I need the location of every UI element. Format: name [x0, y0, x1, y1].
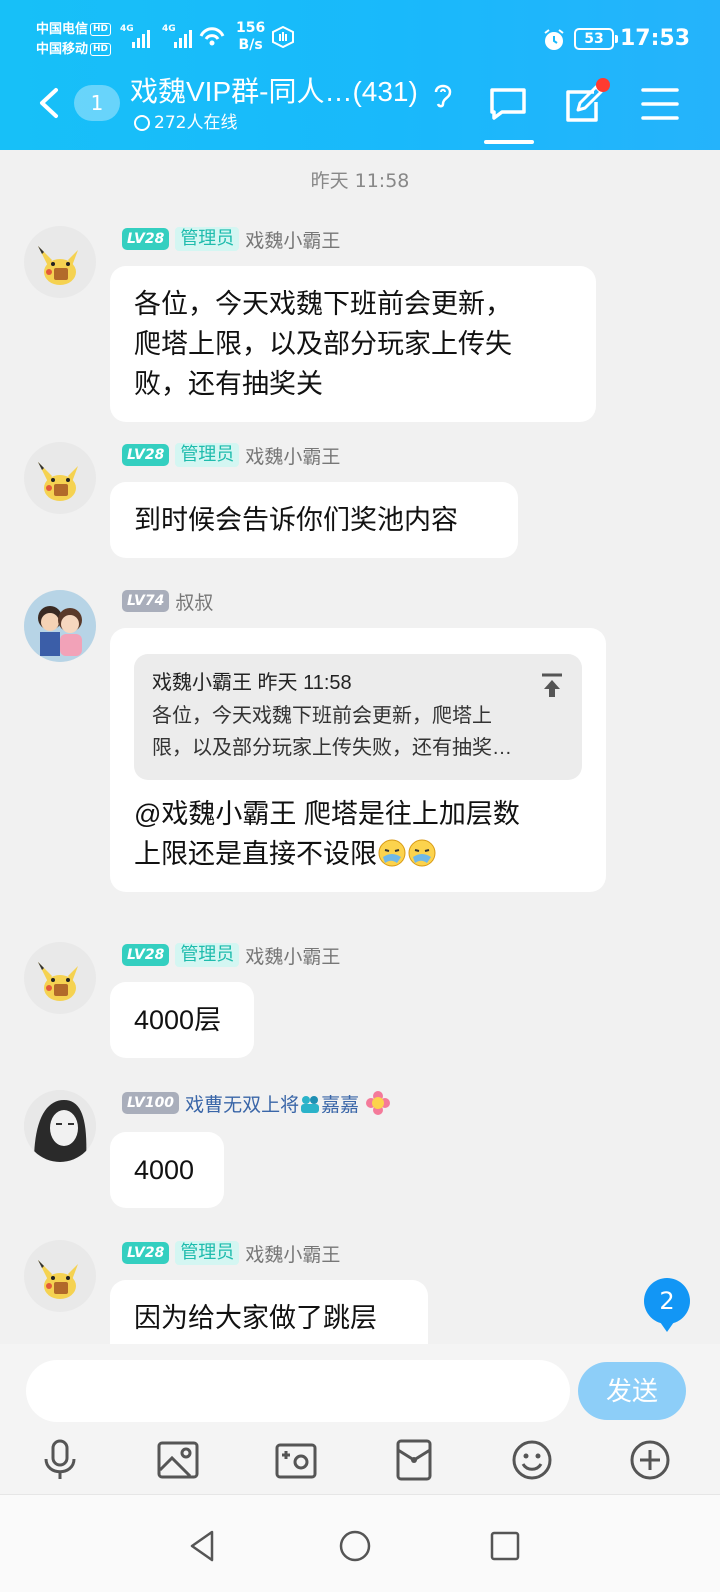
sender-meta: LV100 戏曹无双上将 嘉嘉 — [122, 1090, 391, 1116]
chat-header: 中国电信 HD 中国移动 HD 4G 4G 156 B/s 53 17:53 1… — [0, 0, 720, 150]
level-badge: LV28 — [122, 444, 170, 466]
message-line: 各位，今天戏魏下班前会更新， — [134, 289, 512, 319]
sender-name[interactable]: 戏魏小霸王 — [245, 442, 340, 469]
message-line-with-emoji: 上限还是直接不设限 — [134, 834, 582, 874]
red-packet-icon[interactable] — [392, 1438, 436, 1482]
quote-line: 限，以及部分玩家上传失败，还有抽奖… — [152, 737, 512, 759]
sender-meta: LV28 管理员 戏魏小霸王 — [122, 1240, 340, 1266]
nav-recents-icon[interactable] — [488, 1529, 522, 1563]
quote-line: 各位，今天戏魏下班前会更新，爬塔上 — [152, 705, 492, 727]
pikachu-avatar-icon — [38, 962, 78, 1001]
avatar[interactable] — [24, 1090, 96, 1162]
plus-icon[interactable] — [628, 1438, 672, 1482]
system-nav-bar — [0, 1494, 720, 1592]
sender-name[interactable]: 叔叔 — [175, 588, 213, 615]
ear-icon[interactable] — [428, 80, 458, 108]
pikachu-avatar-icon — [38, 246, 78, 285]
clock: 17:53 — [620, 26, 691, 51]
level-badge: LV28 — [122, 1242, 170, 1264]
sender-name[interactable]: 戏魏小霸王 — [245, 226, 340, 253]
role-badge: 管理员 — [175, 227, 240, 251]
message-line: 4000层 — [134, 1005, 222, 1035]
level-badge: LV28 — [122, 944, 170, 966]
signal-icon: 4G — [162, 24, 192, 48]
avatar[interactable] — [24, 1240, 96, 1312]
message-bubble[interactable]: 4000层 — [110, 982, 254, 1058]
message-bubble[interactable]: 各位，今天戏魏下班前会更新， 爬塔上限，以及部分玩家上传失 败，还有抽奖关 — [110, 266, 596, 422]
role-badge: 管理员 — [175, 1241, 240, 1265]
message-input[interactable] — [26, 1360, 570, 1422]
sneeze-emoji-icon — [408, 839, 436, 867]
online-count: 272人在线 — [134, 112, 237, 134]
pikachu-avatar-icon — [38, 462, 78, 501]
unread-count-badge[interactable]: 1 — [74, 85, 120, 121]
avatar[interactable] — [24, 590, 96, 662]
message-bubble[interactable]: 因为给大家做了跳层 — [110, 1280, 428, 1344]
quote-header: 戏魏小霸王 昨天 11:58 — [152, 672, 352, 694]
sender-meta: LV74 叔叔 — [122, 588, 213, 614]
message-line: 4000 — [134, 1155, 195, 1185]
sender-meta: LV28 管理员 戏魏小霸王 — [122, 226, 340, 252]
image-icon[interactable] — [156, 1438, 200, 1482]
new-message-badge[interactable]: 2 — [644, 1278, 690, 1332]
role-badge: 管理员 — [175, 943, 240, 967]
signal-icon: 4G — [120, 24, 150, 48]
hd-badge: HD — [90, 43, 112, 56]
message-bubble[interactable]: 4000 — [110, 1132, 224, 1208]
level-badge: LV100 — [122, 1092, 180, 1114]
message-line: @戏魏小霸王 爬塔是往上加层数 — [134, 799, 520, 829]
avatar[interactable] — [24, 226, 96, 298]
pikachu-avatar-icon — [38, 1260, 78, 1299]
message-line: 败，还有抽奖关 — [134, 369, 323, 399]
online-icon — [134, 115, 150, 131]
time-separator: 昨天 11:58 — [310, 170, 410, 192]
alarm-icon — [544, 29, 564, 50]
sender-meta: LV28 管理员 戏魏小霸王 — [122, 942, 340, 968]
message-bubble[interactable]: 戏魏小霸王 昨天 11:58 各位，今天戏魏下班前会更新，爬塔上 限，以及部分玩… — [110, 628, 606, 892]
avatar[interactable] — [24, 442, 96, 514]
send-button[interactable]: 发送 — [578, 1362, 686, 1420]
role-badge: 管理员 — [175, 443, 240, 467]
people-icon — [301, 1095, 320, 1113]
chat-tab-icon[interactable] — [488, 84, 528, 124]
hand-icon — [272, 26, 294, 48]
level-badge: LV28 — [122, 228, 170, 250]
sender-name[interactable]: 戏魏小霸王 — [245, 1240, 340, 1267]
battery-indicator: 53 — [574, 28, 618, 50]
wifi-icon — [199, 27, 225, 46]
message-bubble[interactable]: 到时候会告诉你们奖池内容 — [110, 482, 518, 558]
carrier-info: 中国电信 HD 中国移动 HD — [36, 20, 112, 60]
sneeze-emoji-icon — [378, 839, 406, 867]
carrier-2: 中国移动 — [36, 42, 89, 57]
active-tab-indicator — [484, 140, 534, 144]
net-speed: 156 B/s — [236, 20, 266, 53]
message-line: 爬塔上限，以及部分玩家上传失 — [134, 329, 512, 359]
level-badge: LV74 — [122, 590, 170, 612]
carrier-1: 中国电信 — [36, 22, 89, 37]
sender-meta: LV28 管理员 戏魏小霸王 — [122, 442, 340, 468]
notification-dot — [596, 78, 610, 92]
menu-icon[interactable] — [640, 84, 680, 124]
emoji-icon[interactable] — [510, 1438, 554, 1482]
avatar[interactable] — [24, 942, 96, 1014]
quoted-message[interactable]: 戏魏小霸王 昨天 11:58 各位，今天戏魏下班前会更新，爬塔上 限，以及部分玩… — [134, 654, 582, 780]
hd-badge: HD — [90, 23, 112, 36]
message-line: 因为给大家做了跳层 — [134, 1303, 377, 1333]
group-title[interactable]: 戏魏VIP群-同人…(431) — [130, 72, 418, 112]
status-bar: 中国电信 HD 中国移动 HD 4G 4G 156 B/s 53 17:53 — [0, 0, 720, 64]
message-line: 到时候会告诉你们奖池内容 — [134, 505, 458, 535]
microphone-icon[interactable] — [38, 1438, 82, 1482]
ink-portrait-avatar-icon — [24, 1090, 96, 1162]
sender-name[interactable]: 戏曹无双上将 嘉嘉 — [185, 1090, 359, 1117]
sender-name[interactable]: 戏魏小霸王 — [245, 942, 340, 969]
nav-home-icon[interactable] — [338, 1529, 372, 1563]
input-area: 发送 — [0, 1344, 720, 1494]
jump-to-top-icon[interactable] — [540, 672, 564, 698]
nav-back-icon[interactable] — [186, 1529, 220, 1563]
couple-avatar-icon — [24, 590, 96, 662]
flower-icon — [366, 1091, 391, 1115]
back-arrow-icon[interactable] — [34, 86, 64, 120]
camera-icon[interactable] — [274, 1438, 318, 1482]
